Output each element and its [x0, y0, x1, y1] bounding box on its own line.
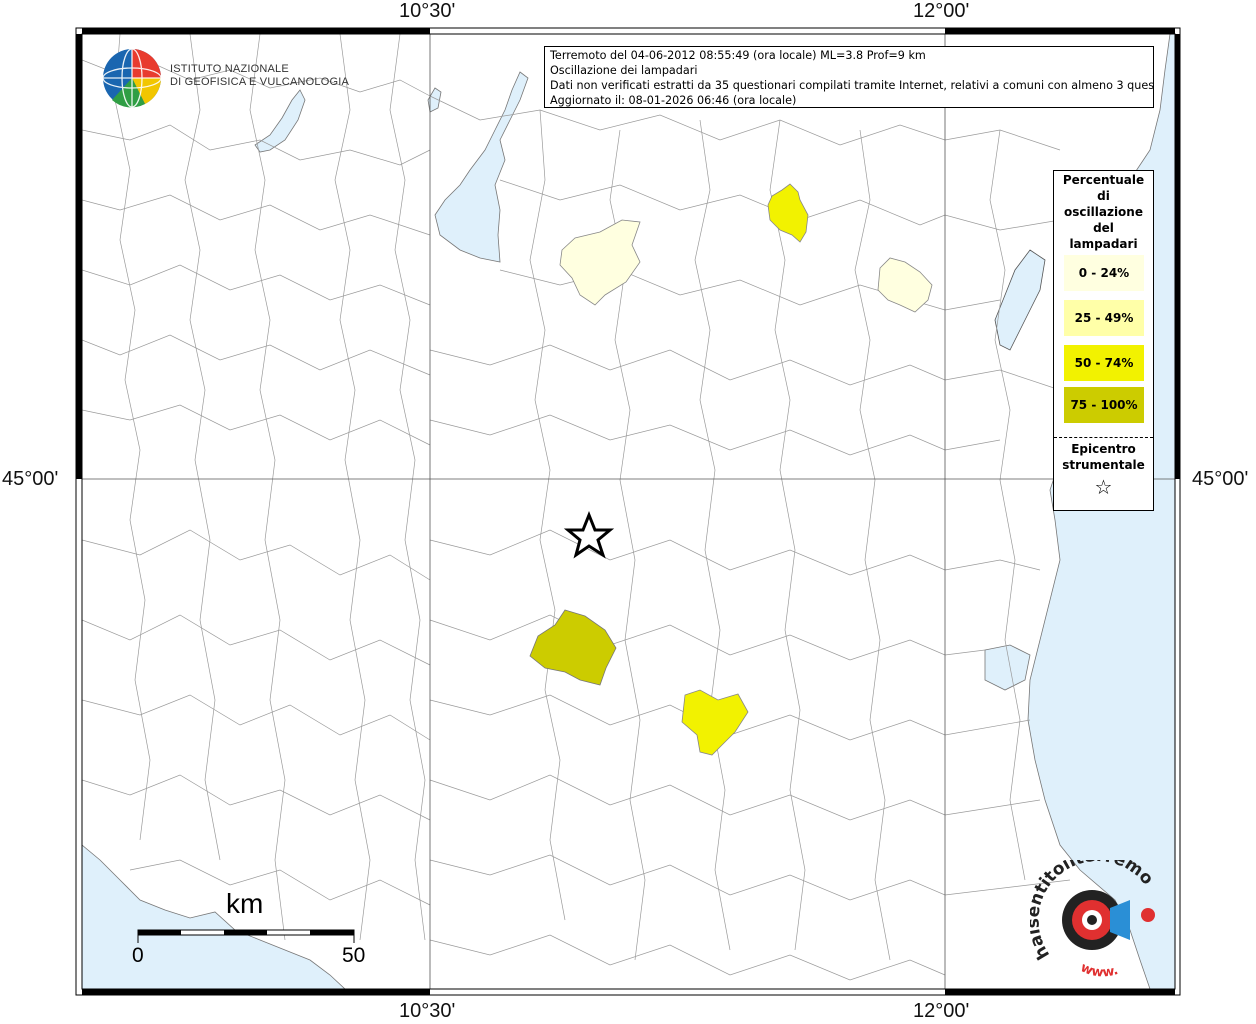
legend-item-75-100: 75 - 100% [1064, 387, 1144, 423]
legend-title: Percentuale di oscillazione del lampadar… [1054, 172, 1153, 252]
haisentito-logo[interactable]: haisentitoilterremoto.it www. [1030, 860, 1180, 980]
haisentito-logo-prefix: www. [1078, 960, 1120, 980]
data-note: Dati non verificati estratti da 35 quest… [550, 79, 1154, 92]
legend-epicenter-label: Epicentro strumentale [1054, 441, 1153, 473]
lat-label-right: 45°00' [1192, 468, 1249, 490]
lon-label-top-left: 10°30' [399, 0, 456, 22]
event-title: Terremoto del 04-06-2012 08:55:49 (ora l… [550, 49, 926, 62]
legend-title-line: del [1093, 221, 1114, 235]
map-area [82, 34, 1175, 989]
lat-label-left: 45°00' [2, 468, 59, 490]
event-info-box: Terremoto del 04-06-2012 08:55:49 (ora l… [544, 46, 1154, 108]
scale-min-label: 0 [132, 944, 144, 967]
update-time: Aggiornato il: 08-01-2026 06:46 (ora loc… [550, 94, 797, 107]
ingv-name-line2: DI GEOFISICA E VULCANOLOGIA [170, 76, 349, 88]
legend-title-line: di [1097, 189, 1110, 203]
legend-title-line: lampadari [1069, 237, 1138, 251]
legend-epicenter-line: Epicentro [1071, 442, 1136, 456]
map-subtitle: Oscillazione dei lampadari [550, 64, 698, 77]
legend-item-50-74: 50 - 74% [1064, 345, 1144, 381]
legend-epicenter-line: strumentale [1062, 458, 1145, 472]
legend: Percentuale di oscillazione del lampadar… [1053, 170, 1154, 511]
scale-max-label: 50 [342, 944, 366, 967]
legend-star-icon: ☆ [1094, 475, 1113, 499]
svg-text:www.: www. [1078, 960, 1120, 980]
legend-title-line: Percentuale [1062, 173, 1145, 187]
legend-item-0-24: 0 - 24% [1064, 255, 1144, 291]
ingv-name: ISTITUTO NAZIONALE DI GEOFISICA E VULCAN… [170, 63, 349, 89]
lon-label-bottom-left: 10°30' [399, 1000, 456, 1022]
legend-item-25-49: 25 - 49% [1064, 300, 1144, 336]
scale-unit: km [226, 888, 264, 919]
legend-title-line: oscillazione [1064, 205, 1143, 219]
ingv-name-line1: ISTITUTO NAZIONALE [170, 63, 289, 75]
legend-separator [1054, 437, 1153, 438]
lon-label-top-right: 12°00' [913, 0, 970, 22]
lon-label-bottom-right: 12°00' [913, 1000, 970, 1022]
